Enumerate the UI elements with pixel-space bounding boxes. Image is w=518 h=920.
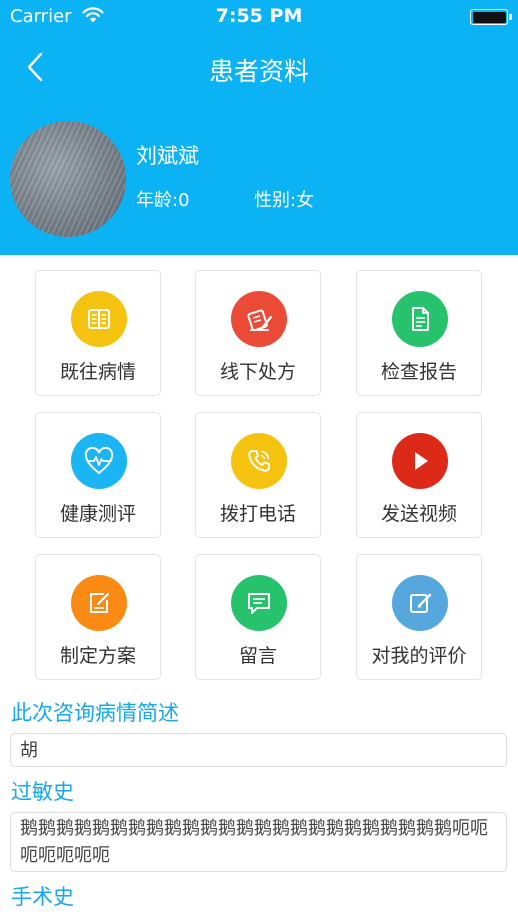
consult-summary-title: 此次咨询病情简述 [11,701,179,725]
review-icon [392,575,448,631]
edit-plan-icon [71,575,127,631]
heart-pulse-icon [71,433,127,489]
menu-tile-exam-report[interactable]: 检查报告 [356,270,482,396]
report-document-icon [392,291,448,347]
header: Carrier 7:55 PM 患者资料 刘斌斌 年龄:0 性别:女 [0,0,518,255]
patient-age: 年龄:0 [136,190,190,211]
menu-tile-health-assessment[interactable]: 健康测评 [35,412,161,538]
avatar [10,121,126,237]
surgery-history-title: 手术史 [11,885,74,909]
allergy-history-field[interactable]: 鹅鹅鹅鹅鹅鹅鹅鹅鹅鹅鹅鹅鹅鹅鹅鹅鹅鹅鹅鹅鹅鹅鹅鹅呃呃呃呃呃呃呃 [10,812,507,872]
menu-tile-label: 对我的评价 [371,645,467,667]
book-icon [71,291,127,347]
menu-tile-label: 拨打电话 [219,503,296,525]
menu-tile-my-reviews[interactable]: 对我的评价 [356,554,482,680]
menu-tile-medical-history[interactable]: 既往病情 [35,270,161,396]
phone-icon [231,433,287,489]
menu-tile-label: 制定方案 [59,645,136,667]
status-bar: Carrier 7:55 PM [0,0,518,34]
menu-tile-label: 检查报告 [380,361,457,383]
consult-summary-field[interactable]: 胡 [10,733,507,767]
message-icon [231,575,287,631]
menu-tile-label: 发送视频 [380,503,457,525]
menu-tile-send-video[interactable]: 发送视频 [356,412,482,538]
play-icon [392,433,448,489]
menu-tile-label: 留言 [238,645,277,667]
menu-tile-make-plan[interactable]: 制定方案 [35,554,161,680]
menu-tile-label: 线下处方 [219,361,296,383]
allergy-history-title: 过敏史 [11,780,74,804]
battery-icon [470,9,512,25]
menu-tile-offline-prescription[interactable]: 线下处方 [195,270,321,396]
menu-tile-label: 健康测评 [59,503,136,525]
patient-gender: 性别:女 [254,190,315,211]
menu-tile-call[interactable]: 拨打电话 [195,412,321,538]
status-time: 7:55 PM [215,5,303,27]
page-title: 患者资料 [208,57,309,86]
prescription-icon [231,291,287,347]
menu-tile-label: 既往病情 [59,361,136,383]
menu-tile-message[interactable]: 留言 [195,554,321,680]
patient-name: 刘斌斌 [136,144,199,168]
